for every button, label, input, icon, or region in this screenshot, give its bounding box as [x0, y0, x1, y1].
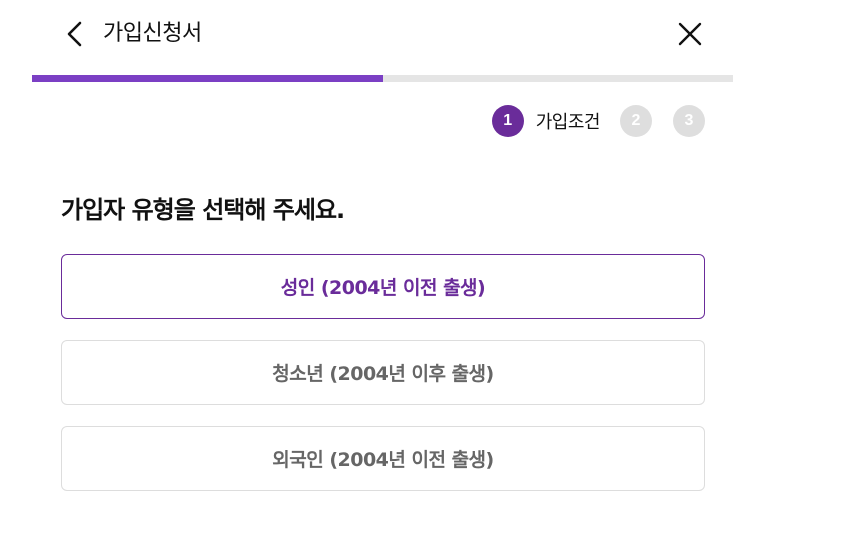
close-icon — [678, 22, 702, 46]
step-3-circle: 3 — [673, 105, 705, 137]
option-adult-label: 성인 (2004년 이전 출생) — [280, 277, 486, 299]
progress-bar — [32, 75, 733, 82]
option-youth-label: 청소년 (2004년 이후 출생) — [272, 363, 494, 385]
chevron-left-icon — [67, 21, 82, 47]
option-foreigner[interactable]: 외국인 (2004년 이전 출생) — [61, 426, 705, 491]
option-adult[interactable]: 성인 (2004년 이전 출생) — [61, 254, 705, 319]
step-2-circle: 2 — [620, 105, 652, 137]
step-indicator: 1 가입조건 2 3 — [491, 105, 705, 137]
progress-bar-fill — [32, 75, 383, 82]
close-button[interactable] — [674, 18, 706, 50]
back-button[interactable] — [60, 18, 90, 50]
signup-form-page: 가입신청서 1 가입조건 2 3 가입자 유형을 선택해 주세요. 성인 (20… — [0, 0, 843, 544]
option-youth[interactable]: 청소년 (2004년 이후 출생) — [61, 340, 705, 405]
option-foreigner-label: 외국인 (2004년 이전 출생) — [272, 449, 494, 471]
page-title: 가입신청서 — [103, 21, 202, 46]
step-1-circle: 1 — [491, 105, 524, 137]
question-heading: 가입자 유형을 선택해 주세요. — [61, 196, 345, 224]
step-1-label: 가입조건 — [535, 112, 601, 133]
